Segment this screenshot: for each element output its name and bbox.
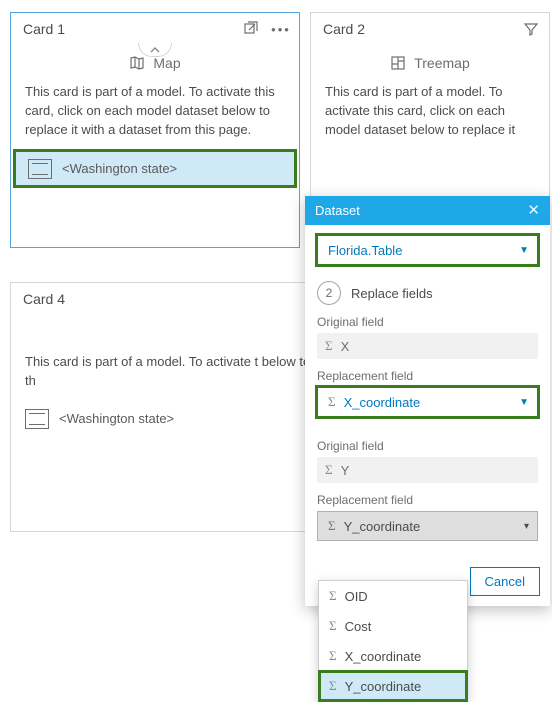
dropdown-item-label: Cost xyxy=(345,619,372,634)
chevron-down-icon: ▼ xyxy=(519,245,529,256)
card-header-1: Card 1 ••• xyxy=(11,13,299,45)
dataset-panel-header: Dataset ✕ xyxy=(305,196,550,225)
step-label: Replace fields xyxy=(351,286,433,301)
original-field-label: Original field xyxy=(317,315,538,329)
sigma-icon: Σ xyxy=(328,394,336,410)
card-type-label: Treemap xyxy=(414,55,470,71)
dataset-panel: Dataset ✕ Florida.Table ▼ 2 Replace fiel… xyxy=(305,196,550,606)
sigma-icon: Σ xyxy=(329,588,337,604)
original-field-label: Original field xyxy=(317,439,538,453)
card-type-row: Treemap xyxy=(311,45,549,77)
dataset-row-washington[interactable]: <Washington state> xyxy=(14,150,296,187)
dataset-select-value: Florida.Table xyxy=(328,243,402,258)
card-title: Card 1 xyxy=(23,21,65,37)
replacement-field-label: Replacement field xyxy=(317,493,538,507)
dropdown-item-cost[interactable]: Σ Cost xyxy=(319,611,467,641)
map-icon xyxy=(129,55,145,71)
original-field-value: Σ Y xyxy=(317,457,538,483)
sigma-icon: Σ xyxy=(325,338,333,354)
replacement-field-select-0[interactable]: Σ X_coordinate ▼ xyxy=(317,387,538,417)
dataset-panel-title: Dataset xyxy=(315,203,360,218)
replacement-field-value: X_coordinate xyxy=(344,395,421,410)
dataset-name: <Washington state> xyxy=(59,411,174,426)
original-field-text: X xyxy=(341,339,350,354)
card-1[interactable]: Card 1 ••• Map This card is part of a mo xyxy=(10,12,300,248)
sigma-icon: Σ xyxy=(329,618,337,634)
card-export-icon[interactable] xyxy=(239,17,263,41)
card-desc: This card is part of a model. To activat… xyxy=(311,77,549,150)
sigma-icon: Σ xyxy=(329,678,337,694)
card-filter-icon[interactable] xyxy=(519,17,543,41)
original-field-text: Y xyxy=(341,463,350,478)
replacement-field-group-0: Replacement field Σ X_coordinate ▼ xyxy=(317,369,538,417)
step-row: 2 Replace fields xyxy=(317,281,538,305)
replacement-field-value: Y_coordinate xyxy=(344,519,421,534)
replacement-field-select-1[interactable]: Σ Y_coordinate ▾ xyxy=(317,511,538,541)
card-more-icon[interactable]: ••• xyxy=(269,17,293,41)
dropdown-item-label: X_coordinate xyxy=(345,649,422,664)
table-icon xyxy=(25,409,49,429)
dataset-select[interactable]: Florida.Table ▼ xyxy=(317,235,538,265)
sigma-icon: Σ xyxy=(325,462,333,478)
card-title: Card 4 xyxy=(23,291,65,307)
card-header-2: Card 2 xyxy=(311,13,549,45)
card-type-label: Map xyxy=(153,55,180,71)
dropdown-item-label: Y_coordinate xyxy=(345,679,422,694)
close-icon[interactable]: ✕ xyxy=(527,203,540,218)
card-title: Card 2 xyxy=(323,21,365,37)
step-badge: 2 xyxy=(317,281,341,305)
dropdown-item-oid[interactable]: Σ OID xyxy=(319,581,467,611)
sigma-icon: Σ xyxy=(328,518,336,534)
treemap-icon xyxy=(390,55,406,71)
dropdown-item-x-coordinate[interactable]: Σ X_coordinate xyxy=(319,641,467,671)
replacement-field-group-1: Replacement field Σ Y_coordinate ▾ xyxy=(317,493,538,541)
dropdown-item-label: OID xyxy=(345,589,368,604)
dataset-name: <Washington state> xyxy=(62,161,177,176)
original-field-value: Σ X xyxy=(317,333,538,359)
replacement-field-label: Replacement field xyxy=(317,369,538,383)
card-desc: This card is part of a model. To activat… xyxy=(11,77,299,150)
cancel-button[interactable]: Cancel xyxy=(470,567,540,596)
chevron-down-icon: ▼ xyxy=(519,397,529,408)
field-dropdown[interactable]: Σ OID Σ Cost Σ X_coordinate Σ Y_coordina… xyxy=(318,580,468,702)
sigma-icon: Σ xyxy=(329,648,337,664)
original-field-group-0: Original field Σ X xyxy=(317,315,538,359)
dropdown-item-y-coordinate[interactable]: Σ Y_coordinate xyxy=(319,671,467,701)
original-field-group-1: Original field Σ Y xyxy=(317,439,538,483)
table-icon xyxy=(28,159,52,179)
chevron-down-icon: ▾ xyxy=(524,521,529,532)
